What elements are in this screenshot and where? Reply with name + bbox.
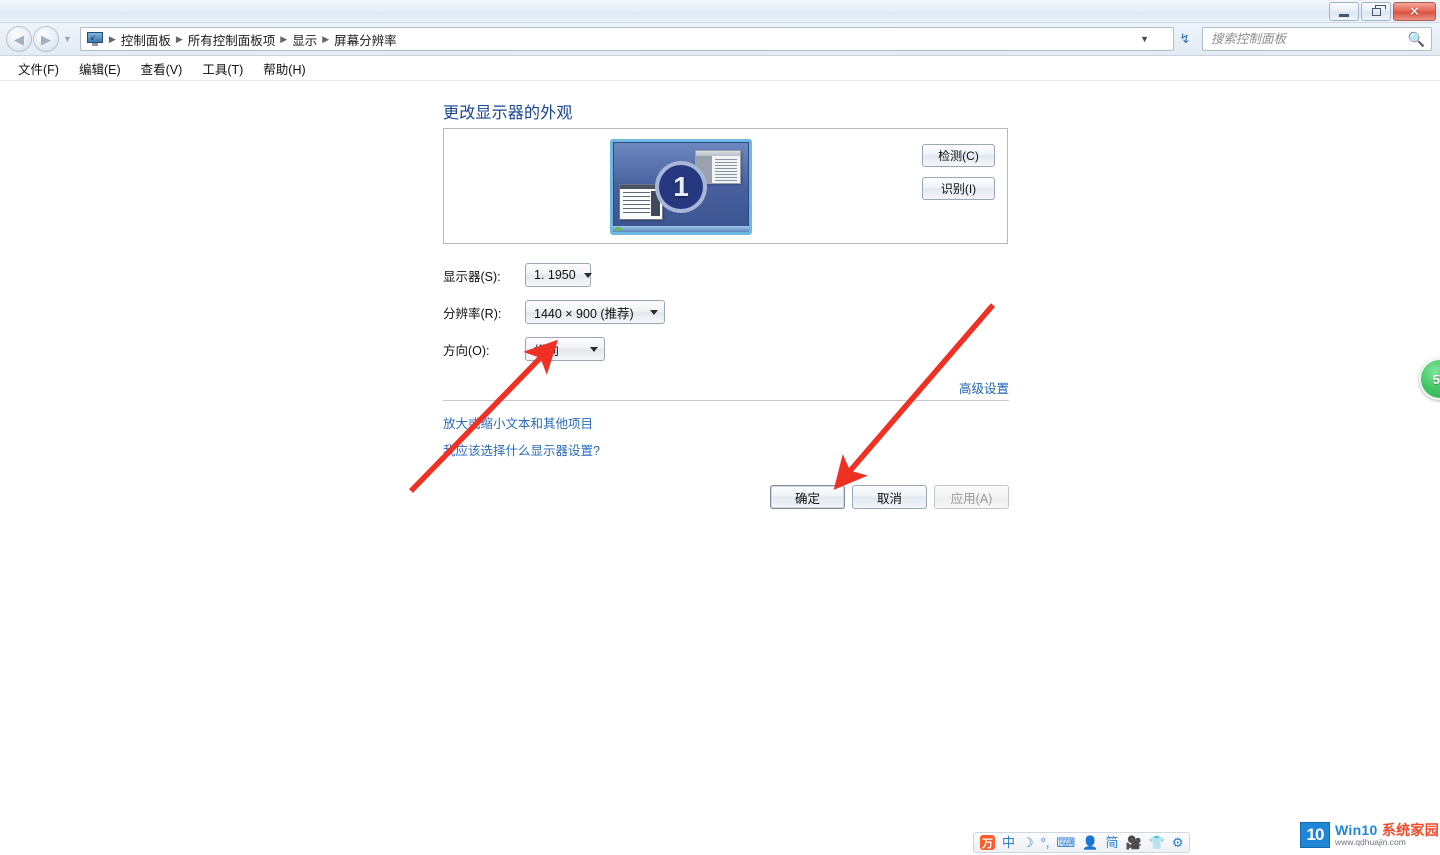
breadcrumb-separator-2: ▶ — [280, 33, 288, 44]
orientation-select-value: 横向 — [534, 343, 560, 358]
search-box[interactable]: 🔍 — [1202, 27, 1432, 51]
punctuation-icon[interactable]: °, — [1041, 836, 1050, 849]
menu-file[interactable]: 文件(F) — [8, 56, 69, 81]
resolution-select-value: 1440 × 900 (推荐) — [534, 306, 634, 321]
menu-tools[interactable]: 工具(T) — [192, 56, 253, 81]
sogou-logo-icon[interactable]: 万 — [980, 835, 995, 850]
chevron-down-icon — [650, 309, 658, 315]
forward-button[interactable]: ▶ — [33, 26, 59, 52]
monitor-preview-panel: 1 检测(C) 识别(I) — [443, 128, 1008, 244]
restore-icon — [1371, 4, 1386, 16]
watermark-url: www.qdhuajin.com — [1335, 836, 1406, 847]
chevron-down-icon — [590, 346, 598, 352]
screen-root: ✕ ◀ ▶ ▼ ↙ ▶ 控制面板 ▶ 所有控制面板项 ▶ 显示 ▶ 屏幕分辨率 … — [0, 0, 1440, 855]
breadcrumb-item-control-panel[interactable]: 控制面板 — [117, 30, 175, 49]
resolution-field-row: 分辨率(R): 1440 × 900 (推荐) — [443, 300, 665, 324]
breadcrumb-separator-1: ▶ — [175, 33, 183, 44]
search-icon: 🔍 — [1407, 30, 1425, 47]
window-control-group: ✕ — [1329, 2, 1436, 21]
breadcrumb-item-screen-resolution[interactable]: 屏幕分辨率 — [330, 30, 401, 49]
minimize-button[interactable] — [1329, 2, 1359, 21]
skin-icon[interactable]: 👕 — [1149, 836, 1165, 849]
menu-view[interactable]: 查看(V) — [131, 56, 193, 81]
resolution-select[interactable]: 1440 × 900 (推荐) — [525, 300, 665, 324]
back-arrow-icon: ◀ — [14, 31, 24, 47]
user-icon[interactable]: 👤 — [1082, 836, 1098, 849]
search-input[interactable] — [1209, 31, 1408, 47]
monitor-number-badge: 1 — [655, 161, 707, 213]
menu-help[interactable]: 帮助(H) — [253, 56, 315, 81]
monitor-preview-1[interactable]: 1 — [610, 139, 752, 235]
close-icon: ✕ — [1409, 4, 1420, 19]
breadcrumb-separator-3: ▶ — [322, 33, 330, 44]
menu-edit[interactable]: 编辑(E) — [69, 56, 131, 81]
identify-button[interactable]: 识别(I) — [922, 177, 995, 200]
watermark-badge: 10 — [1300, 822, 1330, 848]
maximize-button[interactable] — [1361, 2, 1391, 21]
breadcrumb-separator-0: ▶ — [108, 33, 116, 44]
orientation-select[interactable]: 横向 — [525, 337, 605, 361]
watermark-brand-en: Win10 — [1335, 822, 1378, 839]
chinese-mode-icon[interactable]: 中 — [1002, 836, 1015, 849]
breadcrumb: ▶ 控制面板 ▶ 所有控制面板项 ▶ 显示 ▶ 屏幕分辨率 — [108, 30, 401, 49]
settings-gear-icon[interactable]: ⚙ — [1172, 836, 1184, 849]
minimize-icon — [1339, 13, 1349, 17]
keyboard-icon[interactable]: ⌨ — [1056, 836, 1075, 849]
address-bar[interactable]: ↙ ▶ 控制面板 ▶ 所有控制面板项 ▶ 显示 ▶ 屏幕分辨率 ▼ — [79, 27, 1174, 51]
cancel-button[interactable]: 取消 — [852, 485, 927, 509]
forward-arrow-icon: ▶ — [41, 31, 51, 47]
site-watermark: 10 Win10 系统家园 www.qdhuajin.com — [1300, 822, 1439, 848]
detect-button[interactable]: 检测(C) — [922, 144, 995, 167]
moon-icon[interactable]: ☽ — [1022, 836, 1034, 849]
display-icon: ↙ — [86, 32, 103, 46]
display-field-label: 显示器(S): — [443, 269, 501, 284]
address-toolbar: ◀ ▶ ▼ ↙ ▶ 控制面板 ▶ 所有控制面板项 ▶ 显示 ▶ 屏幕分辨率 ▼ — [0, 23, 1440, 56]
display-select[interactable]: 1. 1950 — [525, 263, 592, 287]
refresh-button[interactable]: ↯ — [1174, 31, 1196, 47]
display-select-value: 1. 1950 — [534, 268, 576, 282]
refresh-icon: ↯ — [1179, 31, 1191, 46]
window-titlebar: ✕ — [0, 0, 1440, 23]
ok-button[interactable]: 确定 — [770, 485, 845, 509]
address-dropdown-caret-icon[interactable]: ▼ — [1140, 34, 1149, 44]
breadcrumb-item-all-items[interactable]: 所有控制面板项 — [184, 30, 280, 49]
orientation-field-row: 方向(O): 横向 — [443, 337, 605, 361]
section-divider — [443, 400, 1009, 401]
menubar: 文件(F) 编辑(E) 查看(V) 工具(T) 帮助(H) — [0, 56, 1440, 81]
orientation-field-label: 方向(O): — [443, 343, 490, 358]
apply-button: 应用(A) — [934, 485, 1009, 509]
simplified-chinese-icon[interactable]: 简 — [1105, 836, 1118, 849]
toolbox-icon[interactable]: 🎥 — [1125, 836, 1141, 849]
close-button[interactable]: ✕ — [1393, 2, 1436, 21]
watermark-brand-cn: 系统家园 — [1381, 822, 1440, 839]
breadcrumb-item-display[interactable]: 显示 — [288, 30, 321, 49]
display-field-row: 显示器(S): 1. 1950 — [443, 263, 592, 287]
link-which-settings[interactable]: 我应该选择什么显示器设置? — [443, 440, 600, 459]
resolution-field-label: 分辨率(R): — [443, 306, 502, 321]
navigation-buttons: ◀ ▶ ▼ — [6, 26, 72, 52]
back-button[interactable]: ◀ — [6, 26, 32, 52]
ime-toolbar: 万 中 ☽ °, ⌨ 👤 简 🎥 👕 ⚙ — [973, 832, 1191, 853]
recent-pages-caret-icon[interactable]: ▼ — [63, 34, 72, 44]
chevron-down-icon — [583, 272, 592, 278]
link-resize-text[interactable]: 放大或缩小文本和其他项目 — [443, 413, 593, 432]
advanced-settings-link[interactable]: 高级设置 — [959, 378, 1009, 397]
page-title: 更改显示器的外观 — [443, 105, 573, 122]
